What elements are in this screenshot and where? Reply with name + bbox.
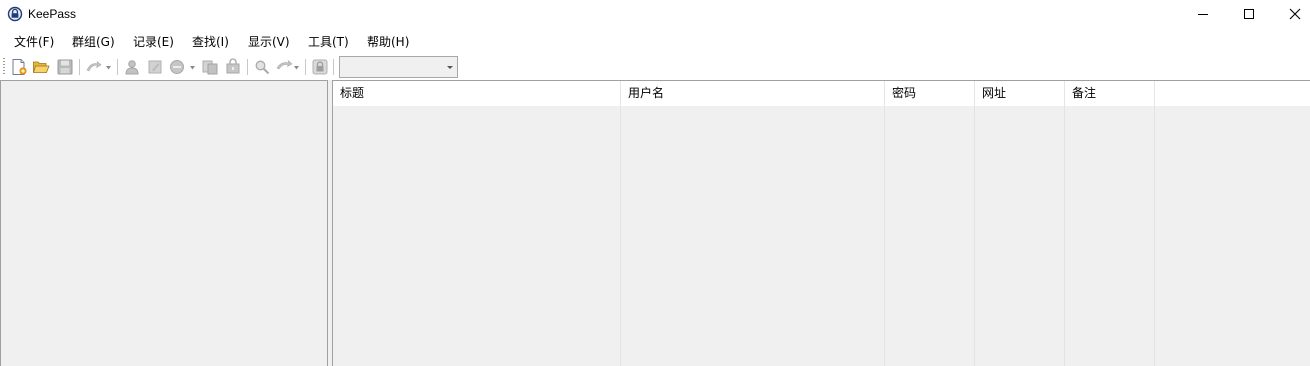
column-divider bbox=[1064, 106, 1065, 366]
column-divider bbox=[620, 106, 621, 366]
edit-entry-icon[interactable] bbox=[146, 58, 164, 76]
save-icon[interactable] bbox=[56, 58, 74, 76]
column-header-url[interactable]: 网址 bbox=[975, 81, 1065, 106]
minimize-icon bbox=[1198, 14, 1208, 15]
open-database-icon[interactable] bbox=[32, 58, 50, 76]
menu-bar: 文件(F) 群组(G) 记录(E) 查找(I) 显示(V) 工具(T) 帮助(H… bbox=[0, 32, 1310, 52]
group-tree-panel[interactable] bbox=[0, 80, 328, 366]
chevron-down-icon[interactable] bbox=[294, 66, 299, 70]
toolbar-separator bbox=[79, 59, 80, 75]
toolbar bbox=[0, 54, 1310, 80]
chevron-down-icon[interactable] bbox=[106, 66, 111, 70]
toolbar-separator bbox=[333, 59, 334, 75]
menu-entry[interactable]: 记录(E) bbox=[133, 34, 174, 50]
maximize-button[interactable] bbox=[1226, 0, 1272, 30]
copy-password-icon[interactable] bbox=[224, 58, 242, 76]
keepass-lock-icon bbox=[7, 6, 23, 22]
delete-entry-icon[interactable] bbox=[168, 58, 186, 76]
menu-file[interactable]: 文件(F) bbox=[14, 34, 54, 50]
chevron-down-icon[interactable] bbox=[190, 66, 195, 70]
copy-username-icon[interactable] bbox=[201, 58, 219, 76]
menu-help[interactable]: 帮助(H) bbox=[367, 34, 409, 50]
menu-tools[interactable]: 工具(T) bbox=[308, 34, 349, 50]
sync-icon[interactable] bbox=[85, 58, 103, 76]
add-entry-icon[interactable] bbox=[123, 58, 141, 76]
menu-find[interactable]: 查找(I) bbox=[192, 34, 229, 50]
title-bar: KeePass bbox=[0, 0, 1310, 30]
toolbar-separator bbox=[117, 59, 118, 75]
window-title: KeePass bbox=[28, 7, 77, 21]
chevron-down-icon[interactable] bbox=[447, 66, 453, 69]
maximize-icon bbox=[1244, 9, 1254, 19]
toolbar-separator bbox=[305, 59, 306, 75]
close-icon bbox=[1289, 8, 1301, 20]
menu-group[interactable]: 群组(G) bbox=[72, 34, 115, 50]
entries-icon[interactable] bbox=[275, 58, 293, 76]
close-button[interactable] bbox=[1272, 0, 1310, 30]
quick-search-combo[interactable] bbox=[339, 56, 458, 78]
column-divider bbox=[974, 106, 975, 366]
column-divider bbox=[1154, 106, 1155, 366]
column-divider bbox=[884, 106, 885, 366]
lock-icon[interactable] bbox=[311, 58, 329, 76]
entry-list-header: 标题 用户名 密码 网址 备注 bbox=[333, 81, 1310, 106]
minimize-button[interactable] bbox=[1180, 0, 1226, 30]
column-header-notes[interactable]: 备注 bbox=[1065, 81, 1155, 106]
entry-list-panel[interactable]: 标题 用户名 密码 网址 备注 bbox=[332, 80, 1310, 366]
toolbar-separator bbox=[247, 59, 248, 75]
toolbar-grip[interactable] bbox=[3, 58, 5, 76]
menu-view[interactable]: 显示(V) bbox=[248, 34, 290, 50]
column-header-password[interactable]: 密码 bbox=[885, 81, 975, 106]
column-header-title[interactable]: 标题 bbox=[333, 81, 621, 106]
new-database-icon[interactable] bbox=[10, 58, 28, 76]
column-header-username[interactable]: 用户名 bbox=[621, 81, 885, 106]
find-icon[interactable] bbox=[253, 58, 271, 76]
